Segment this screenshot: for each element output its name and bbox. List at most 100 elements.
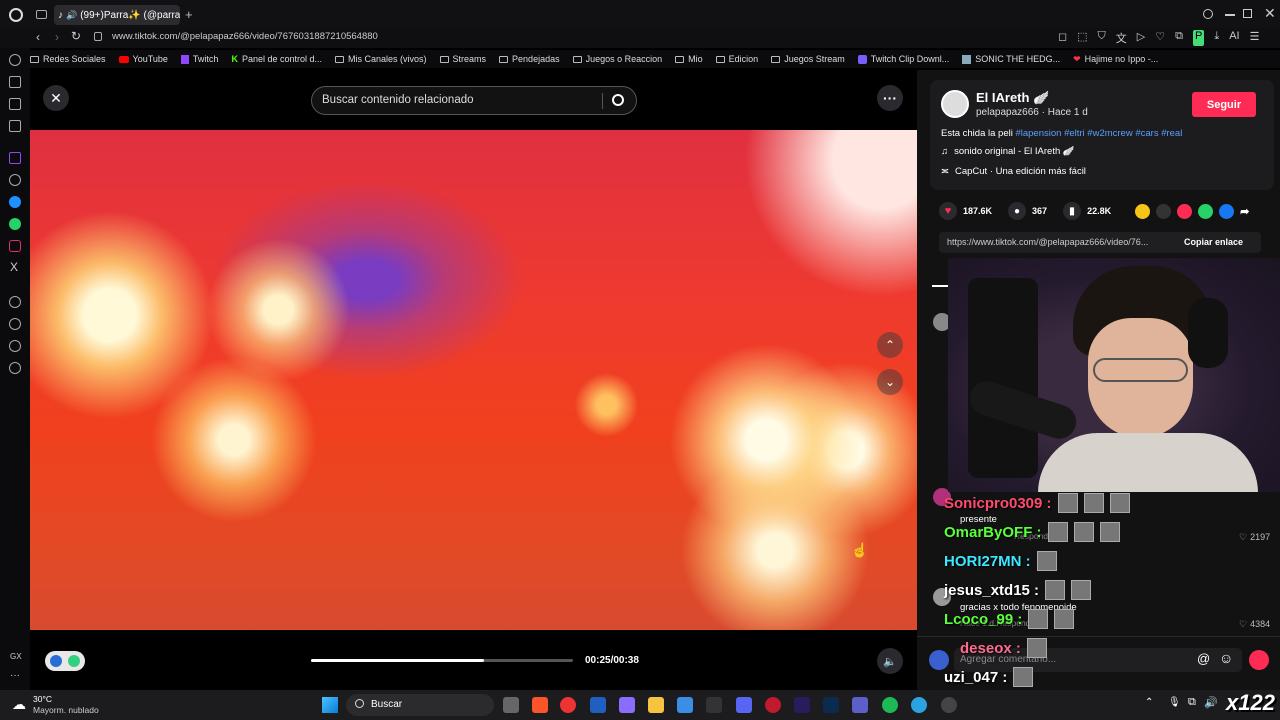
play-icon[interactable]: ▷	[1137, 30, 1145, 46]
next-video-button[interactable]: ⌄	[877, 369, 903, 395]
restore-icon[interactable]	[1243, 9, 1252, 18]
obs-icon[interactable]	[941, 697, 957, 713]
copilot-icon[interactable]	[619, 697, 635, 713]
post-link[interactable]: https://www.tiktok.com/@pelapapaz666/vid…	[947, 237, 1148, 247]
sidebar-player-icon[interactable]	[9, 296, 21, 308]
heart-icon[interactable]: ♡	[1155, 30, 1165, 46]
volume-icon[interactable]: 🔊	[1204, 696, 1218, 709]
taskbar-search[interactable]: Buscar	[346, 694, 494, 716]
share-arrow-icon[interactable]: ➦	[1240, 205, 1249, 218]
sidebar-aria-icon[interactable]	[9, 98, 21, 110]
copy-link-button[interactable]: Copiar enlace	[1184, 237, 1243, 247]
sidebar-whatsapp-icon[interactable]	[9, 218, 21, 230]
start-button[interactable]	[322, 697, 338, 713]
bookmark-youtube[interactable]: YouTube	[118, 54, 168, 64]
url-field[interactable]: www.tiktok.com/@pelapapaz666/video/76760…	[112, 31, 378, 42]
search-icon[interactable]	[612, 94, 624, 106]
sidebar-percent-icon[interactable]	[9, 174, 21, 186]
profile-icon[interactable]: P	[1193, 30, 1205, 46]
opera-gx-icon[interactable]	[765, 697, 781, 713]
sidebar-stack-icon[interactable]	[9, 76, 21, 88]
sidebar-instagram-icon[interactable]	[9, 240, 21, 252]
bookmark-redes-sociales[interactable]: Redes Sociales	[30, 54, 106, 64]
screenshot-icon[interactable]: ⬚	[1077, 30, 1087, 46]
vegas-icon[interactable]	[590, 697, 606, 713]
capcut-row[interactable]: ≍ CapCut · Una edición más fácil	[941, 166, 1086, 177]
folder-icon[interactable]	[648, 697, 664, 713]
comment-button[interactable]: ●	[1008, 202, 1027, 220]
teams-icon[interactable]	[852, 697, 868, 713]
avatar[interactable]	[941, 90, 969, 118]
discord-icon[interactable]	[736, 697, 752, 713]
author-name[interactable]: El IAreth 🪽	[976, 90, 1049, 106]
previous-video-button[interactable]: ⌃	[877, 332, 903, 358]
save-button[interactable]: ▮	[1063, 202, 1082, 220]
sidebar-home-icon[interactable]	[9, 54, 21, 66]
system-tray-chevron-icon[interactable]: ⌃	[1145, 697, 1153, 708]
video-frame[interactable]: ☝	[30, 130, 917, 630]
close-viewer-button[interactable]: ✕	[43, 85, 69, 111]
tab-manager-icon[interactable]	[36, 10, 47, 19]
opera-logo-icon[interactable]	[9, 8, 23, 22]
comment-like[interactable]: ♡ 4384	[1239, 619, 1270, 630]
sidebar-extensions-icon[interactable]	[9, 340, 21, 352]
sidebar-more-icon[interactable]: ···	[10, 670, 20, 681]
mic-icon[interactable]: 🎙	[1168, 697, 1181, 708]
spotify-icon[interactable]	[882, 697, 898, 713]
sidebar-twitch-icon[interactable]	[9, 152, 21, 164]
hashtags[interactable]: #lapension #eltri #w2mcrew #cars #real	[1015, 128, 1182, 139]
extensions-icon[interactable]: ⧉	[1175, 30, 1183, 46]
minimize-icon[interactable]	[1225, 14, 1235, 16]
shield-icon[interactable]: ⛉	[1098, 30, 1106, 46]
store-icon[interactable]	[677, 697, 693, 713]
download-icon[interactable]: ⤓	[1214, 30, 1219, 46]
forward-icon[interactable]: ›	[55, 30, 59, 44]
more-options-button[interactable]: ···	[877, 85, 903, 111]
progress-bar[interactable]	[311, 659, 573, 662]
facebook-icon[interactable]	[1219, 203, 1235, 219]
speaker-icon[interactable]: 🔊	[66, 10, 77, 21]
coin-icon[interactable]	[1135, 203, 1151, 219]
bookmark-mio[interactable]: Mio	[675, 54, 703, 64]
post-button[interactable]	[1249, 650, 1269, 670]
sidebar-x-icon[interactable]: X	[10, 260, 18, 274]
sidebar-m-icon[interactable]	[9, 120, 21, 132]
related-search-input[interactable]: Buscar contenido relacionado	[311, 86, 637, 115]
bookmark-edicion[interactable]: Edicion	[715, 54, 758, 64]
new-tab-button[interactable]: +	[185, 7, 193, 22]
autoplay-toggle[interactable]	[45, 651, 85, 671]
comment-like[interactable]: ♡ 2197	[1239, 532, 1270, 543]
translate-icon[interactable]: 文	[1116, 30, 1127, 46]
bookmark-twitch-clip[interactable]: Twitch Clip Downl...	[857, 54, 949, 64]
embed-icon[interactable]	[1156, 203, 1172, 219]
file-explorer-icon[interactable]	[503, 697, 519, 713]
bookmark-twitch[interactable]: Twitch	[180, 54, 218, 64]
menu-icon[interactable]: ☰	[1250, 30, 1260, 46]
follow-button[interactable]: Seguir	[1192, 92, 1256, 117]
weather-icon[interactable]: ☁	[12, 696, 26, 713]
premiere-icon[interactable]	[794, 697, 810, 713]
weather-temp[interactable]: 30°C	[33, 694, 52, 704]
bookmark-mis-canales[interactable]: Mis Canales (vivos)	[335, 54, 427, 64]
reload-icon[interactable]: ↻	[71, 29, 81, 43]
sidebar-settings-icon[interactable]	[9, 362, 21, 374]
close-window-icon[interactable]: ✕	[1264, 5, 1276, 22]
bookmark-juegos-stream[interactable]: Juegos Stream	[771, 54, 845, 64]
emoji-icon[interactable]: ☺	[1219, 650, 1233, 666]
app-m-icon[interactable]	[706, 697, 722, 713]
mention-icon[interactable]: @	[1197, 651, 1210, 666]
bookmark-sonic[interactable]: SONIC THE HEDG...	[962, 54, 1060, 64]
search-tabs-icon[interactable]	[1203, 9, 1213, 19]
bookmark-juegos-reaccion[interactable]: Juegos o Reaccion	[572, 54, 662, 64]
network-icon[interactable]: ⧉	[1188, 696, 1196, 709]
sidebar-gx-label[interactable]: GX	[10, 652, 22, 661]
brave-icon[interactable]	[532, 697, 548, 713]
chrome-icon[interactable]	[560, 697, 576, 713]
bookmark-icon[interactable]: ◻	[1058, 30, 1067, 46]
sidebar-messenger-icon[interactable]	[9, 196, 21, 208]
author-handle[interactable]: pelapapaz666	[976, 107, 1039, 118]
telegram-icon[interactable]	[911, 697, 927, 713]
bookmark-hajime[interactable]: ❤ Hajime no Ippo -...	[1073, 54, 1158, 65]
ai-icon[interactable]: AI	[1229, 30, 1239, 46]
weather-desc[interactable]: Mayorm. nublado	[33, 705, 99, 715]
